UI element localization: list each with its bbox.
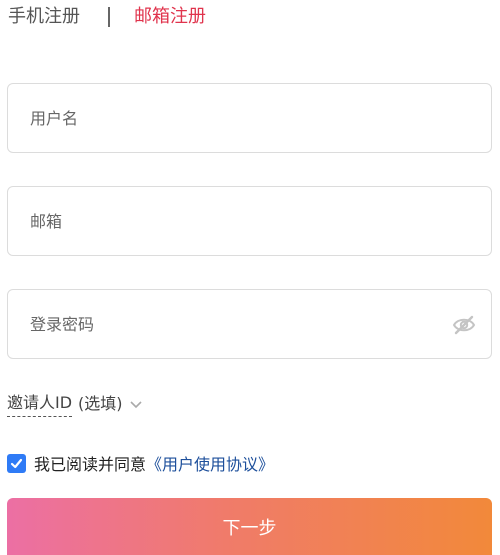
next-step-button[interactable]: 下一步 [7,498,492,555]
tab-divider [108,7,110,27]
invite-id-toggle[interactable]: 邀请人ID (选填) [7,392,143,417]
tab-email-register[interactable]: 邮箱注册 [134,4,206,30]
email-input[interactable] [30,187,430,255]
user-agreement-link[interactable]: 《用户使用协议》 [146,451,274,475]
eye-slash-icon[interactable] [451,312,477,338]
invite-id-label: 邀请人ID [7,392,73,417]
agreement-text: 我已阅读并同意 [34,455,147,474]
register-page: 手机注册 邮箱注册 邀请人ID (选填) 我已阅读并同意 《用户使用协议》 [0,0,500,555]
chevron-down-icon [129,401,142,409]
username-input[interactable] [30,84,430,152]
username-field[interactable] [7,83,492,153]
tab-phone-register[interactable]: 手机注册 [8,4,80,30]
agreement-checkbox[interactable] [7,453,26,473]
invite-optional-label: (选填) [78,394,123,413]
check-icon [10,458,23,468]
password-input[interactable] [30,290,430,358]
agreement-row: 我已阅读并同意 《用户使用协议》 [7,451,274,475]
password-field[interactable] [7,289,492,359]
register-tabs: 手机注册 邮箱注册 [8,4,206,30]
email-field[interactable] [7,186,492,256]
